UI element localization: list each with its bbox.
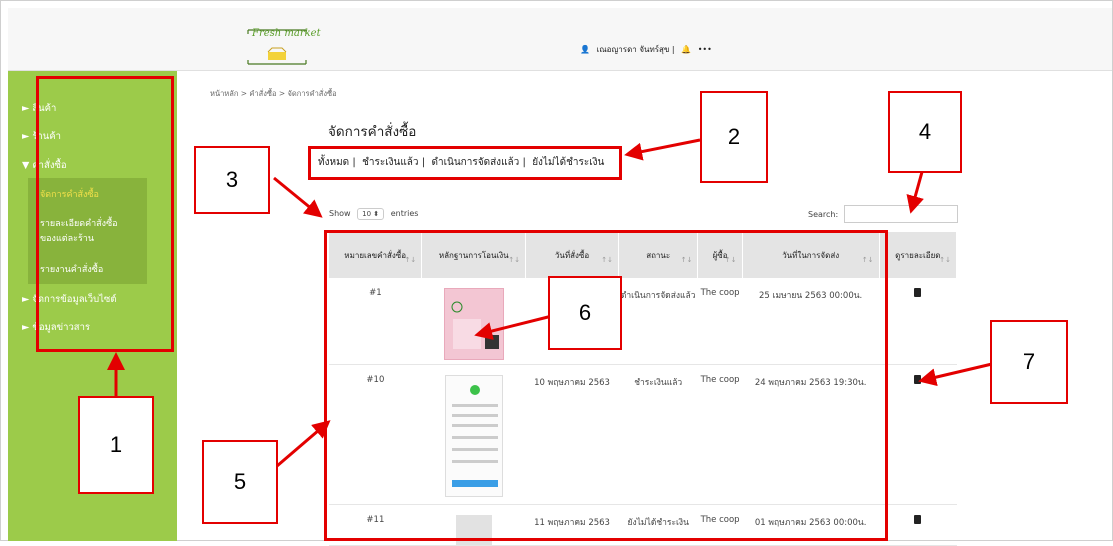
show-entries: Show 10 ⬍ entries bbox=[329, 208, 418, 220]
callout-7: 7 bbox=[990, 320, 1068, 404]
search-input[interactable] bbox=[844, 205, 958, 223]
top-bar: Fresh market 👤 เณอญารดา จันทร์สุข | 🔔 ••… bbox=[8, 8, 1112, 71]
annotation-box-filters bbox=[308, 146, 622, 180]
annotation-box-sidebar bbox=[36, 76, 174, 352]
details-cell bbox=[879, 278, 957, 365]
search-label: Search: bbox=[808, 210, 839, 219]
callout-6: 6 bbox=[548, 276, 622, 350]
entries-select-value: 10 bbox=[362, 210, 372, 218]
user-icon: 👤 bbox=[580, 45, 590, 54]
more-icon[interactable]: ••• bbox=[698, 45, 712, 54]
col-header-details[interactable]: ดูรายละเอียด ↑↓ bbox=[879, 232, 958, 278]
col-header-label: ดูรายละเอียด bbox=[895, 250, 941, 260]
callout-1: 1 bbox=[78, 396, 154, 494]
callout-2: 2 bbox=[700, 91, 768, 183]
details-cell bbox=[879, 364, 957, 505]
entries-label: entries bbox=[390, 209, 419, 218]
logo-text: Fresh market bbox=[252, 28, 321, 39]
bell-icon[interactable]: 🔔 bbox=[681, 45, 691, 54]
user-name: เณอญารดา จันทร์สุข | bbox=[596, 45, 675, 54]
show-label: Show bbox=[329, 209, 351, 218]
fresh-market-logo[interactable]: Fresh market bbox=[246, 26, 321, 68]
page-title: จัดการคำสั่งซื้อ bbox=[328, 124, 417, 140]
callout-5: 5 bbox=[202, 440, 278, 524]
clipboard-icon[interactable] bbox=[914, 374, 922, 384]
callout-4: 4 bbox=[888, 91, 962, 173]
clipboard-icon[interactable] bbox=[914, 288, 922, 297]
sort-icon: ↑↓ bbox=[939, 256, 951, 264]
breadcrumb: หน้าหลัก > คำสั่งซื้อ > จัดการคำสั่งซื้อ bbox=[210, 89, 337, 98]
entries-select[interactable]: 10 ⬍ bbox=[357, 208, 385, 220]
details-cell bbox=[879, 504, 957, 546]
callout-3: 3 bbox=[194, 146, 270, 214]
user-menu[interactable]: 👤 เณอญารดา จันทร์สุข | 🔔 ••• bbox=[580, 43, 716, 56]
clipboard-icon[interactable] bbox=[914, 514, 922, 524]
